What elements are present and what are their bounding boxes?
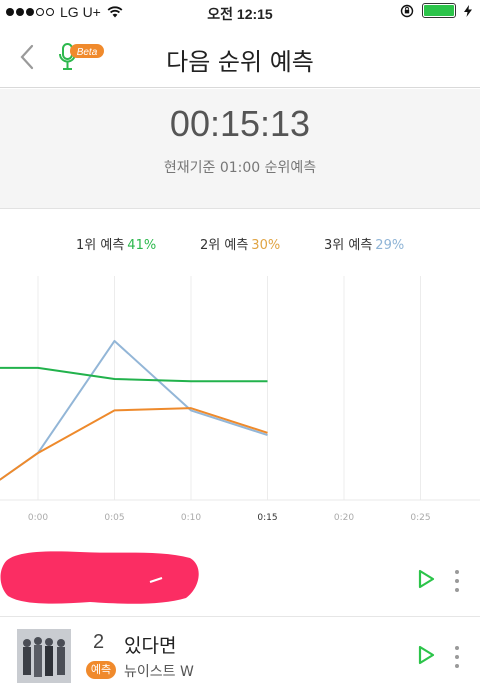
legend-pct: 41% bbox=[127, 238, 157, 253]
status-right bbox=[400, 3, 472, 18]
status-bar: LG U+ 오전 12:15 bbox=[0, 0, 480, 26]
legend-item-rank2: 2위 예측 30% bbox=[200, 234, 280, 253]
song-artist: 뉴이스트 W bbox=[124, 664, 194, 680]
album-art-image bbox=[17, 629, 71, 683]
legend-item-rank1: 1위 예측 41% bbox=[76, 234, 156, 253]
orientation-lock-icon bbox=[400, 4, 414, 17]
countdown-timer: 00:15:13 bbox=[169, 103, 311, 144]
charging-icon bbox=[464, 4, 472, 17]
album-art bbox=[17, 629, 71, 683]
legend-item-rank3: 3위 예측 29% bbox=[324, 234, 404, 253]
legend-label: 1위 예측 bbox=[76, 238, 125, 253]
legend-label: 3위 예측 bbox=[324, 238, 373, 253]
song-title: 있다면 bbox=[124, 635, 177, 657]
play-icon[interactable] bbox=[415, 644, 437, 666]
x-tick-label: 0:00 bbox=[28, 513, 48, 523]
header: Beta 다음 순위 예측 bbox=[0, 26, 480, 88]
x-tick-label: 0:25 bbox=[410, 513, 430, 523]
song-rank: 2 bbox=[93, 631, 105, 653]
x-tick-label: 0:05 bbox=[104, 513, 124, 523]
legend-pct: 30% bbox=[251, 238, 281, 253]
series-line bbox=[0, 366, 268, 383]
timer-panel: 00:15:13 현재기준 01:00 순위예측 bbox=[0, 89, 480, 209]
page-title: 다음 순위 예측 bbox=[166, 48, 314, 76]
x-tick-label: 0:15 bbox=[257, 513, 277, 523]
rank-prediction-chart: 0:00 0:05 0:10 0:15 0:20 0:25 bbox=[0, 276, 480, 523]
song-row-2[interactable]: 2 있다면 예측 뉴이스트 W bbox=[0, 540, 480, 698]
battery-level bbox=[424, 5, 454, 16]
x-tick-label: 0:10 bbox=[181, 513, 201, 523]
more-vertical-icon[interactable] bbox=[453, 646, 461, 668]
series-line bbox=[0, 407, 268, 481]
prediction-subtitle: 현재기준 01:00 순위예측 bbox=[163, 160, 317, 176]
legend-label: 2위 예측 bbox=[200, 238, 249, 253]
prediction-badge: 예측 bbox=[86, 661, 116, 679]
x-tick-label: 0:20 bbox=[334, 513, 354, 523]
legend-pct: 29% bbox=[375, 238, 405, 253]
battery-icon bbox=[422, 3, 456, 18]
